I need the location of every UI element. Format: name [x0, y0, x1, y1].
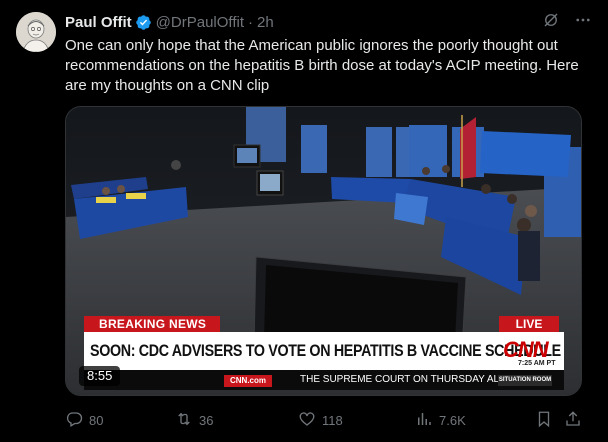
- bookmark-button[interactable]: [535, 410, 553, 430]
- breaking-news-label: BREAKING NEWS: [84, 316, 220, 332]
- cnn-logo: CNN: [503, 337, 549, 362]
- views-icon: [415, 410, 433, 431]
- broadcast-clock: 7:25 AM PT: [518, 360, 556, 367]
- reply-count: 80: [89, 412, 104, 428]
- repost-button[interactable]: 36: [175, 410, 213, 430]
- like-icon: [298, 410, 316, 431]
- share-icon: [564, 410, 582, 431]
- reply-button[interactable]: 80: [65, 410, 103, 430]
- tweet-text: One can only hope that the American publ…: [65, 37, 579, 94]
- like-button[interactable]: 118: [298, 410, 343, 430]
- chyron: SOON: CDC ADVISERS TO VOTE ON HEPATITIS …: [84, 332, 564, 370]
- video-duration: 8:55: [79, 366, 121, 386]
- chyron-headline: SOON: CDC ADVISERS TO VOTE ON HEPATITIS …: [90, 341, 561, 360]
- bookmark-icon: [535, 410, 553, 431]
- views-count: 7.6K: [439, 412, 466, 428]
- separator: ·: [247, 13, 253, 31]
- author-name[interactable]: Paul Offit: [65, 14, 132, 31]
- views-button[interactable]: 7.6K: [415, 410, 466, 430]
- repost-count: 36: [199, 412, 214, 428]
- live-label: LIVE: [499, 316, 559, 332]
- more-icon[interactable]: [574, 11, 592, 29]
- cnn-site-label: CNN.com: [224, 375, 272, 387]
- action-bar: 80 36 118 7.6K: [65, 410, 582, 430]
- repost-icon: [175, 410, 193, 431]
- ticker-text: THE SUPREME COURT ON THURSDAY ALL: [300, 374, 498, 385]
- grok-icon[interactable]: [542, 11, 560, 29]
- avatar[interactable]: [16, 12, 56, 52]
- like-count: 118: [322, 412, 343, 428]
- segment-label: SITUATION ROOM: [498, 375, 552, 386]
- timestamp[interactable]: 2h: [257, 14, 274, 31]
- tweet-header: Paul Offit @DrPaulOffit · 2h: [65, 12, 592, 32]
- reply-icon: [65, 410, 83, 431]
- video-player[interactable]: BREAKING NEWS LIVE SOON: CDC ADVISERS TO…: [65, 106, 582, 396]
- share-button[interactable]: [564, 410, 582, 430]
- author-handle[interactable]: @DrPaulOffit: [156, 14, 244, 31]
- verified-badge-icon[interactable]: [135, 14, 152, 31]
